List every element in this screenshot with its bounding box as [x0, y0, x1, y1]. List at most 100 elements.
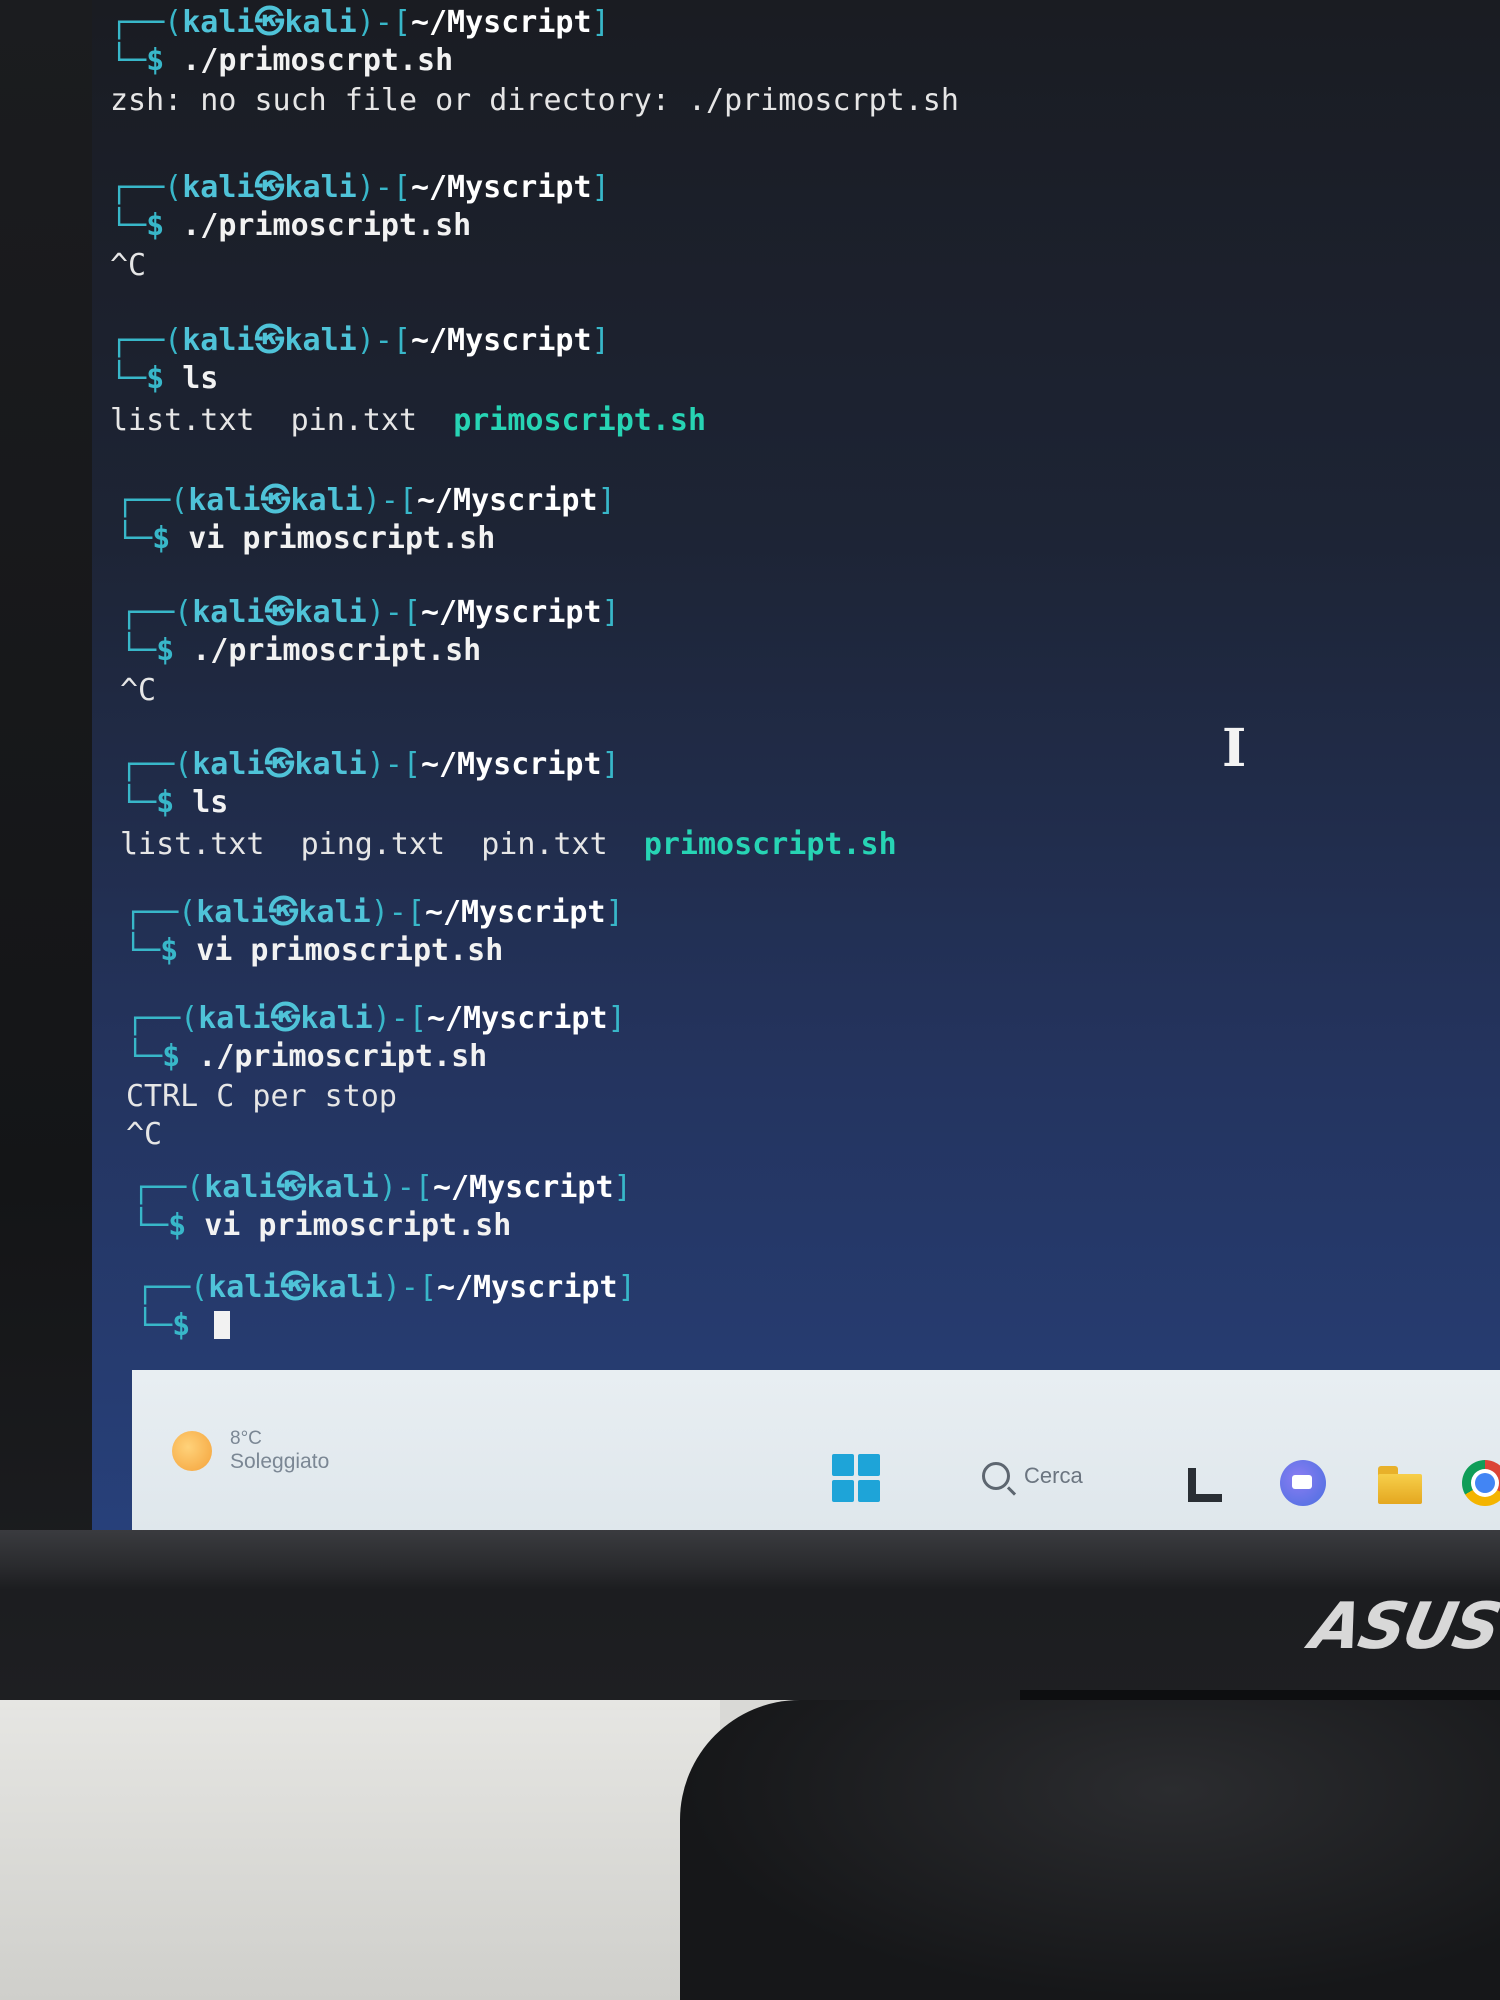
sun-icon: [172, 1431, 212, 1471]
prompt-directory: ~/Myscript: [432, 1170, 614, 1205]
prompt-host: kali: [300, 1001, 373, 1036]
chrome-icon[interactable]: [1462, 1460, 1500, 1506]
command-text: vi primoscript.sh: [188, 521, 496, 556]
prompt-dollar: └─$: [124, 933, 197, 968]
prompt-bracket: ]: [605, 895, 624, 930]
prompt-bracket: ┌──(: [124, 895, 197, 930]
prompt-directory: ~/Myscript: [424, 895, 606, 930]
prompt-at-symbol: ㉿: [270, 1001, 301, 1036]
command-line: └─$ vi primoscript.sh: [116, 520, 616, 558]
prompt-directory: ~/Myscript: [436, 1270, 618, 1305]
start-icon[interactable]: [832, 1454, 880, 1502]
prompt-line: ┌──(kali㉿kali)-[~/Myscript]: [110, 169, 610, 207]
command-line: └─$ ./primoscrpt.sh: [110, 42, 959, 80]
command-line: └─$ ./primoscript.sh: [110, 207, 610, 245]
monitor-bezel: [0, 1530, 1500, 1590]
prompt-line: ┌──(kali㉿kali)-[~/Myscript]: [110, 4, 959, 42]
desk-surface: [0, 1700, 720, 2000]
prompt-user: kali: [182, 5, 255, 40]
prompt-directory: ~/Myscript: [426, 1001, 608, 1036]
terminal-window[interactable]: ┌──(kali㉿kali)-[~/Myscript] └─$ ./primosc…: [110, 0, 1500, 1370]
command-line: └─$ vi primoscript.sh: [124, 932, 624, 970]
executable-file-name: primoscript.sh: [453, 403, 707, 438]
prompt-user: kali: [182, 323, 255, 358]
brand-logo: ASUS: [1304, 1590, 1500, 1664]
prompt-dollar: └─$: [132, 1208, 205, 1243]
command-line: └─$: [136, 1307, 636, 1345]
prompt-at-symbol: ㉿: [254, 170, 285, 205]
prompt-line: ┌──(kali㉿kali)-[~/Myscript]: [132, 1169, 632, 1207]
command-block: ┌──(kali㉿kali)-[~/Myscript] └─$ ./primosc…: [110, 4, 959, 120]
prompt-line: ┌──(kali㉿kali)-[~/Myscript]: [116, 482, 616, 520]
prompt-bracket: ]: [607, 1001, 626, 1036]
prompt-at-symbol: ㉿: [264, 747, 295, 782]
search-label: Cerca: [1024, 1463, 1083, 1488]
prompt-host: kali: [284, 170, 357, 205]
prompt-bracket: ]: [601, 747, 620, 782]
prompt-dollar: └─$: [126, 1039, 199, 1074]
prompt-bracket: ┌──(: [132, 1170, 205, 1205]
command-line: └─$ ./primoscript.sh: [126, 1038, 626, 1076]
command-block: ┌──(kali㉿kali)-[~/Myscript] └─$ ./primosc…: [110, 169, 610, 285]
command-block: ┌──(kali㉿kali)-[~/Myscript] └─$ vi primos…: [116, 482, 616, 558]
prompt-bracket: ]: [597, 483, 616, 518]
prompt-bracket: ┌──(: [120, 747, 193, 782]
search-button[interactable]: Cerca: [982, 1462, 1083, 1490]
output-line: ^C: [120, 673, 157, 708]
prompt-bracket: ┌──(: [120, 595, 193, 630]
prompt-bracket: )-[: [366, 595, 421, 630]
prompt-directory: ~/Myscript: [420, 595, 602, 630]
prompt-at-symbol: ㉿: [260, 483, 291, 518]
prompt-bracket: ┌──(: [110, 170, 183, 205]
prompt-user: kali: [204, 1170, 277, 1205]
prompt-user: kali: [198, 1001, 271, 1036]
ls-output-line: list.txt ping.txt pin.txt primoscript.sh: [120, 826, 897, 864]
prompt-directory: ~/Myscript: [410, 170, 592, 205]
prompt-bracket: ]: [617, 1270, 636, 1305]
prompt-dollar: └─$: [116, 521, 189, 556]
command-block: ┌──(kali㉿kali)-[~/Myscript] └─$ vi primos…: [124, 894, 624, 970]
prompt-at-symbol: ㉿: [280, 1270, 311, 1305]
prompt-directory: ~/Myscript: [416, 483, 598, 518]
prompt-directory: ~/Myscript: [410, 323, 592, 358]
file-name: pin.txt: [290, 403, 418, 438]
command-line: └─$ ./primoscript.sh: [120, 632, 620, 670]
prompt-bracket: )-[: [356, 170, 411, 205]
prompt-user: kali: [208, 1270, 281, 1305]
task-view-icon[interactable]: [1182, 1460, 1228, 1506]
terminal-cursor: [214, 1311, 231, 1339]
weather-widget[interactable]: 8°C Soleggiato: [172, 1428, 329, 1474]
prompt-bracket: ┌──(: [110, 5, 183, 40]
command-text: ./primoscrpt.sh: [182, 43, 454, 78]
command-line: └─$ vi primoscript.sh: [132, 1207, 632, 1245]
folder-icon[interactable]: [1376, 1460, 1422, 1506]
file-name: list.txt: [110, 403, 255, 438]
prompt-at-symbol: ㉿: [254, 323, 285, 358]
output-line: zsh: no such file or directory: ./primos…: [110, 83, 959, 118]
prompt-dollar: └─$: [136, 1308, 209, 1343]
prompt-bracket: ]: [591, 323, 610, 358]
command-text: ls: [182, 361, 219, 396]
prompt-line: ┌──(kali㉿kali)-[~/Myscript]: [120, 746, 897, 784]
meet-icon[interactable]: [1280, 1460, 1326, 1506]
ls-output-line: list.txt pin.txt primoscript.sh: [110, 402, 706, 440]
prompt-bracket: )-[: [362, 483, 417, 518]
prompt-dollar: └─$: [120, 785, 193, 820]
prompt-directory: ~/Myscript: [420, 747, 602, 782]
prompt-user: kali: [196, 895, 269, 930]
prompt-host: kali: [298, 895, 371, 930]
command-block: ┌──(kali㉿kali)-[~/Myscript] └─$ ./primosc…: [120, 594, 620, 710]
prompt-bracket: )-[: [372, 1001, 427, 1036]
monitor: ASUS ┌──(kali㉿kali)-[~/Myscript] └─$ ./pr…: [0, 0, 1500, 1700]
prompt-line: ┌──(kali㉿kali)-[~/Myscript]: [110, 322, 706, 360]
command-text: ./primoscript.sh: [192, 633, 482, 668]
weather-temperature: 8°C: [230, 1428, 262, 1449]
file-name: list.txt: [120, 827, 265, 862]
prompt-host: kali: [284, 323, 357, 358]
prompt-host: kali: [306, 1170, 379, 1205]
command-block: ┌──(kali㉿kali)-[~/Myscript] └─$ vi primos…: [132, 1169, 632, 1245]
prompt-line: ┌──(kali㉿kali)-[~/Myscript]: [124, 894, 624, 932]
prompt-line: ┌──(kali㉿kali)-[~/Myscript]: [120, 594, 620, 632]
command-block: ┌──(kali㉿kali)-[~/Myscript] └─$: [136, 1269, 636, 1345]
output-line: ^C: [126, 1117, 163, 1152]
